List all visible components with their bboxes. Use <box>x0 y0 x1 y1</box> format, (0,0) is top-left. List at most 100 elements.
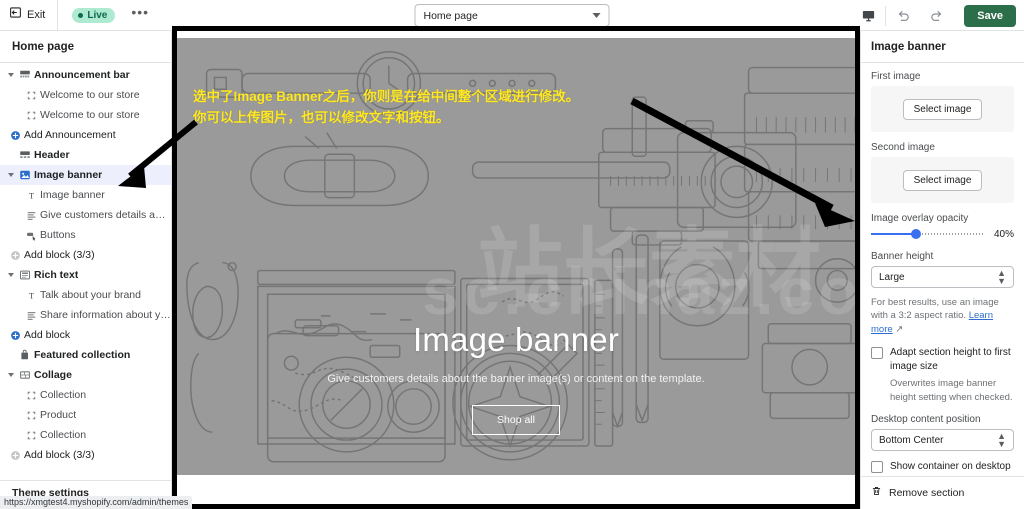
sidebar-item-label: Give customers details about t... <box>40 209 171 221</box>
theme-editor-window: Exit Live ••• Home page Save Home page A… <box>0 0 1024 509</box>
sidebar-item-label: Header <box>34 149 70 161</box>
first-image-dropzone[interactable]: Select image <box>871 86 1014 132</box>
block-placeholder-icon <box>22 410 40 421</box>
sidebar-section-list: Announcement bar Welcome to our store Welc… <box>0 63 171 465</box>
sidebar-item-collection[interactable]: Collection <box>0 385 171 405</box>
sidebar-item-image-banner[interactable]: T Image banner <box>0 185 171 205</box>
sidebar-item-label: Image banner <box>34 169 103 181</box>
show-container-label: Show container on desktop <box>890 461 1011 473</box>
collage-icon <box>16 369 34 381</box>
overlay-opacity-label: Image overlay opacity <box>871 213 969 224</box>
svg-text:T: T <box>28 191 33 200</box>
desktop-position-select[interactable]: Bottom Center ▲ ▼ <box>871 429 1014 452</box>
collapse-triangle-icon[interactable] <box>6 273 16 277</box>
sidebar-item-give-customers-details-about[interactable]: Give customers details about t... <box>0 205 171 225</box>
top-bar-right: Save <box>851 0 1024 31</box>
plus-circle-icon <box>6 330 24 341</box>
slider-handle[interactable] <box>911 229 922 239</box>
sidebar-title: Home page <box>0 31 171 63</box>
status-bar-url: https://xmgtest4.myshopify.com/admin/the… <box>0 496 193 509</box>
collection-bag-icon <box>16 349 34 361</box>
sidebar-item-collage[interactable]: Collage <box>0 365 171 385</box>
more-options-button[interactable]: ••• <box>125 5 155 19</box>
live-status-badge: Live <box>72 7 116 23</box>
sidebar-item-talk-about-your-brand[interactable]: T Talk about your brand <box>0 285 171 305</box>
show-container-checkbox[interactable] <box>871 461 883 474</box>
sidebar-item-header[interactable]: Header <box>0 145 171 165</box>
page-selector-dropdown[interactable]: Home page <box>414 4 610 27</box>
sidebar-item-add-announcement[interactable]: Add Announcement <box>0 125 171 145</box>
remove-section-button[interactable]: Remove section <box>861 476 1024 509</box>
remove-section-label: Remove section <box>889 487 965 499</box>
second-select-image-button[interactable]: Select image <box>902 169 983 191</box>
adapt-height-checkbox[interactable] <box>871 347 883 360</box>
sidebar-item-label: Collection <box>40 389 87 401</box>
collapse-triangle-icon[interactable] <box>6 373 16 377</box>
sidebar-item-product[interactable]: Product <box>0 405 171 425</box>
announcement-bar-icon <box>16 69 34 81</box>
sidebar-item-label: Talk about your brand <box>40 289 141 301</box>
sidebar-item-add-block-3-3[interactable]: Add block (3/3) <box>0 445 171 465</box>
banner-content: Image banner Give customers details abou… <box>177 321 855 435</box>
sidebar-item-label: Add block (3/3) <box>24 249 95 261</box>
first-image-label: First image <box>871 71 921 82</box>
sidebar-item-add-block-3-3[interactable]: Add block (3/3) <box>0 245 171 265</box>
preview-frame: 站长素材 sc.chinaz.com Image banner Give cus… <box>172 26 860 509</box>
adapt-height-label: Adapt section height to first image size <box>890 347 1011 372</box>
sidebar-item-announcement-bar[interactable]: Announcement bar <box>0 65 171 85</box>
banner-height-select[interactable]: Large ▲ ▼ <box>871 266 1014 288</box>
sidebar-item-label: Announcement bar <box>34 69 130 81</box>
sidebar-item-image-banner[interactable]: Image banner <box>0 165 171 185</box>
sidebar-item-label: Buttons <box>40 229 76 241</box>
sidebar-item-buttons[interactable]: Buttons <box>0 225 171 245</box>
first-select-image-button[interactable]: Select image <box>902 98 983 120</box>
sidebar-item-welcome-to-our-store[interactable]: Welcome to our store <box>0 105 171 125</box>
block-placeholder-icon <box>22 390 40 401</box>
section-settings-panel: Image banner First image Select image Se… <box>860 31 1024 509</box>
sidebar-item-welcome-to-our-store[interactable]: Welcome to our store <box>0 85 171 105</box>
show-container-checkbox-row[interactable]: Show container on desktop <box>871 460 1014 474</box>
external-link-icon: ↗ <box>895 323 904 335</box>
sidebar-item-label: Share information about your b... <box>40 309 171 321</box>
desktop-position-label: Desktop content position <box>871 414 981 426</box>
sections-sidebar: Home page Announcement bar Welcome to our… <box>0 31 172 509</box>
slider-track-fill <box>871 233 917 235</box>
collapse-triangle-icon[interactable] <box>6 73 16 77</box>
svg-text:T: T <box>28 291 33 300</box>
overlay-opacity-control[interactable]: 40% <box>871 228 1014 240</box>
sidebar-item-label: Add block <box>24 329 71 341</box>
shop-all-button[interactable]: Shop all <box>472 405 560 435</box>
sidebar-item-featured-collection[interactable]: Featured collection <box>0 345 171 365</box>
desktop-position-value: Bottom Center <box>879 434 944 446</box>
sidebar-item-label: Welcome to our store <box>40 109 140 121</box>
rich-text-icon <box>16 269 34 281</box>
banner-height-label: Banner height <box>871 251 934 262</box>
exit-label: Exit <box>27 9 46 21</box>
sidebar-item-rich-text[interactable]: Rich text <box>0 265 171 285</box>
adapt-height-checkbox-row[interactable]: Adapt section height to first image size <box>871 346 1014 373</box>
redo-arrow-icon[interactable] <box>920 0 954 31</box>
paragraph-icon <box>22 210 40 221</box>
sidebar-item-add-block[interactable]: Add block <box>0 325 171 345</box>
live-dot-icon <box>78 12 84 18</box>
buttons-icon <box>22 230 40 241</box>
annotation-text: 选中了Image Banner之后，你则是在给中间整个区域进行修改。 你可以上传… <box>193 89 580 125</box>
sidebar-item-collection[interactable]: Collection <box>0 425 171 445</box>
save-button[interactable]: Save <box>964 4 1016 27</box>
collapse-triangle-icon[interactable] <box>6 173 16 177</box>
top-bar-center: Home page <box>414 4 610 27</box>
second-image-dropzone[interactable]: Select image <box>871 157 1014 203</box>
undo-arrow-icon[interactable] <box>886 0 920 31</box>
text-heading-icon: T <box>22 290 40 301</box>
live-label: Live <box>87 9 108 21</box>
overlay-opacity-slider[interactable] <box>871 228 984 240</box>
sidebar-item-share-information-about-your[interactable]: Share information about your b... <box>0 305 171 325</box>
sidebar-item-label: Product <box>40 409 77 421</box>
sidebar-item-label: Collection <box>40 429 87 441</box>
sidebar-item-label: Welcome to our store <box>40 89 140 101</box>
exit-button[interactable]: Exit <box>0 0 59 31</box>
second-image-label: Second image <box>871 142 935 153</box>
sidebar-item-label: Collage <box>34 369 72 381</box>
paragraph-icon <box>22 310 40 321</box>
settings-panel-body: First image Select image Second image Se… <box>861 63 1024 509</box>
